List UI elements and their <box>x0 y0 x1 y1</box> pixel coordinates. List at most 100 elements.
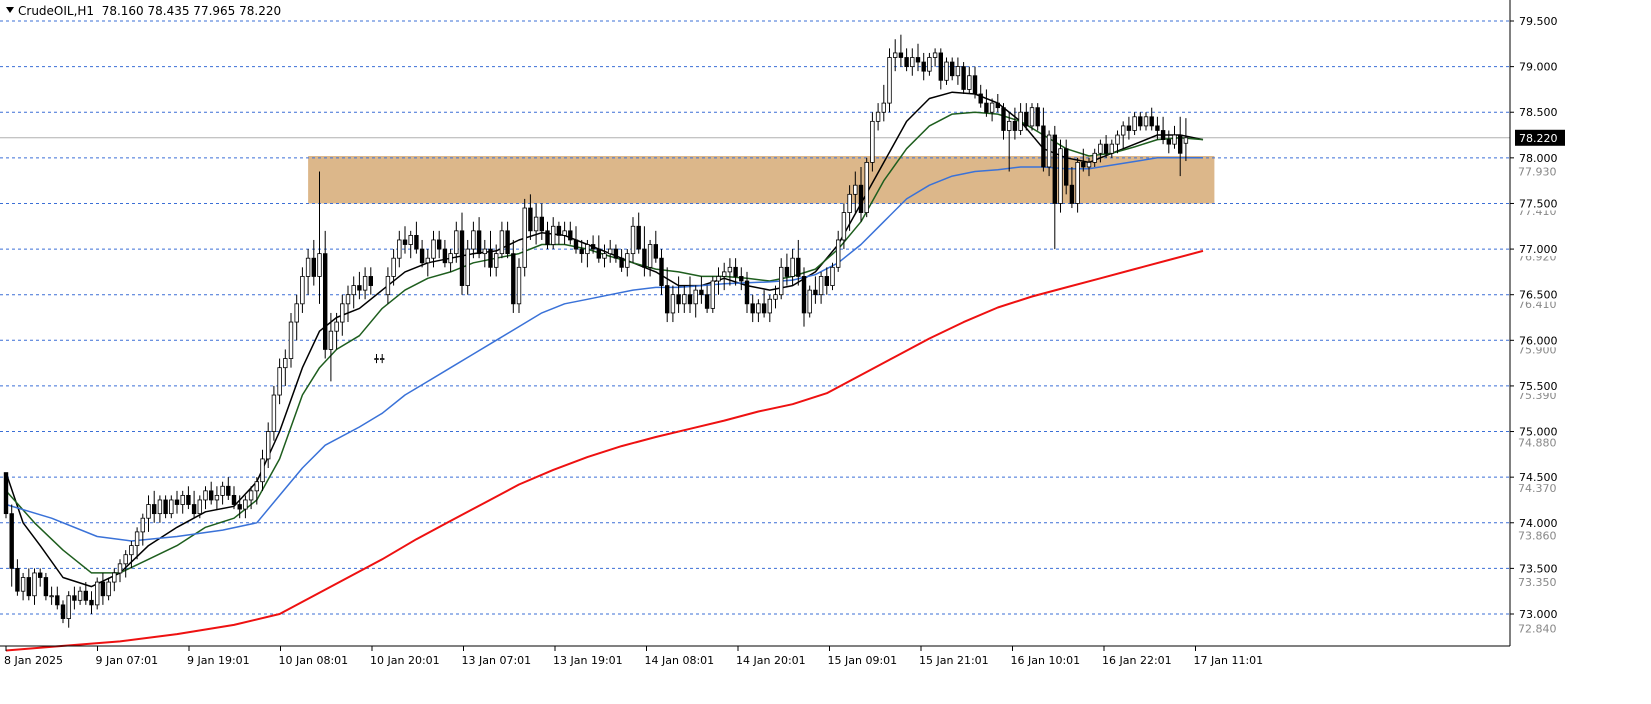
candle-body <box>414 234 419 250</box>
candle-body <box>1035 107 1040 127</box>
y-tick-label: 74.500 <box>1519 471 1558 484</box>
candle-body <box>744 280 750 305</box>
y-tick-label-faint: 73.860 <box>1518 530 1557 543</box>
candle-body <box>203 490 208 501</box>
x-tick-label: 10 Jan 20:01 <box>370 654 440 667</box>
candle-body <box>619 257 624 268</box>
candle-body <box>220 485 225 496</box>
candle-body <box>106 581 111 597</box>
candle-body <box>100 581 106 597</box>
x-tick-label: 14 Jan 08:01 <box>645 654 715 667</box>
candle-body <box>841 212 847 241</box>
candle-body <box>995 102 1000 109</box>
candle-body <box>226 485 231 496</box>
price-chart[interactable]: 77.93077.41076.92076.41075.90075.39074.8… <box>0 0 1651 704</box>
x-tick-label: 15 Jan 09:01 <box>828 654 898 667</box>
candle-body <box>750 303 755 314</box>
candle-body <box>408 234 413 245</box>
candle <box>3 472 9 519</box>
candle <box>1058 139 1063 213</box>
candle-body <box>1024 111 1029 127</box>
candle-body <box>1007 120 1012 131</box>
candle-body <box>665 285 670 314</box>
candle-body <box>932 52 938 58</box>
candle-body <box>311 257 316 277</box>
y-tick-label: 74.000 <box>1519 517 1558 530</box>
candle-body <box>739 276 744 282</box>
candle-body <box>66 595 71 619</box>
candle-body <box>756 303 761 314</box>
candle-body <box>157 499 163 515</box>
candle-body <box>887 57 892 104</box>
candle-body <box>425 257 430 264</box>
candle-body <box>260 458 265 483</box>
candle-body <box>1029 107 1035 127</box>
candle-body <box>3 472 9 515</box>
candle-body <box>585 244 590 255</box>
candle-body <box>1075 162 1080 204</box>
candle-body <box>465 248 470 286</box>
candle-body <box>482 248 487 255</box>
candle-body <box>77 590 83 601</box>
candle-body <box>1098 143 1103 154</box>
y-tick-label-faint: 72.840 <box>1518 623 1557 636</box>
candle <box>522 198 527 277</box>
candle-body <box>488 248 493 268</box>
candle-body <box>978 93 983 104</box>
candle <box>710 276 715 313</box>
candle-body <box>659 257 664 286</box>
candle-body <box>368 276 373 286</box>
candle-body <box>454 230 459 255</box>
candle-body <box>1121 125 1126 136</box>
candle-body <box>1058 148 1063 204</box>
candle-body <box>1109 143 1114 154</box>
candle-body <box>169 499 174 515</box>
candle-body <box>379 358 385 360</box>
candle-body <box>476 230 482 255</box>
chart-title[interactable]: CrudeOIL,H1 78.160 78.435 77.965 78.220 <box>6 4 281 18</box>
x-tick-label: 8 Jan 2025 <box>4 654 63 667</box>
candle-body <box>921 61 926 72</box>
candle-body <box>186 494 191 505</box>
candle-body <box>693 289 698 305</box>
candle-body <box>20 577 26 592</box>
candle-body <box>180 494 185 505</box>
candle-body <box>442 248 448 264</box>
x-tick-label: 17 Jan 11:01 <box>1194 654 1264 667</box>
candle-body <box>129 545 134 556</box>
candle-body <box>32 572 37 597</box>
candle-body <box>294 303 299 323</box>
candle-body <box>818 276 824 296</box>
candle-body <box>1052 134 1057 204</box>
candle-body <box>493 253 499 268</box>
candle-body <box>944 61 949 81</box>
candle-body <box>1126 125 1132 131</box>
candle-body <box>870 120 875 163</box>
candle-body <box>858 184 864 213</box>
candle-body <box>283 358 288 369</box>
candle-body <box>653 244 658 259</box>
y-tick-label: 78.500 <box>1519 106 1558 119</box>
candle-body <box>345 294 351 305</box>
candle-body <box>511 253 516 305</box>
candle-body <box>950 61 955 77</box>
candle-body <box>288 321 294 359</box>
candle-body <box>499 230 505 255</box>
candle-body <box>539 216 544 232</box>
candle-body <box>602 253 607 259</box>
candle-body <box>357 285 362 291</box>
candle-body <box>134 531 140 546</box>
current-price-label: 78.220 <box>1519 132 1558 145</box>
candle-body <box>231 494 237 505</box>
candle-body <box>807 289 812 314</box>
dropdown-arrow-icon[interactable] <box>6 7 14 13</box>
candle-body <box>955 66 961 77</box>
candle-body <box>300 276 305 305</box>
candle-body <box>938 52 943 81</box>
candle <box>870 112 875 172</box>
candle-body <box>305 257 311 277</box>
candle-body <box>459 230 465 286</box>
candle-body <box>927 57 932 72</box>
candle-body <box>265 431 271 460</box>
candle-body <box>436 239 442 250</box>
